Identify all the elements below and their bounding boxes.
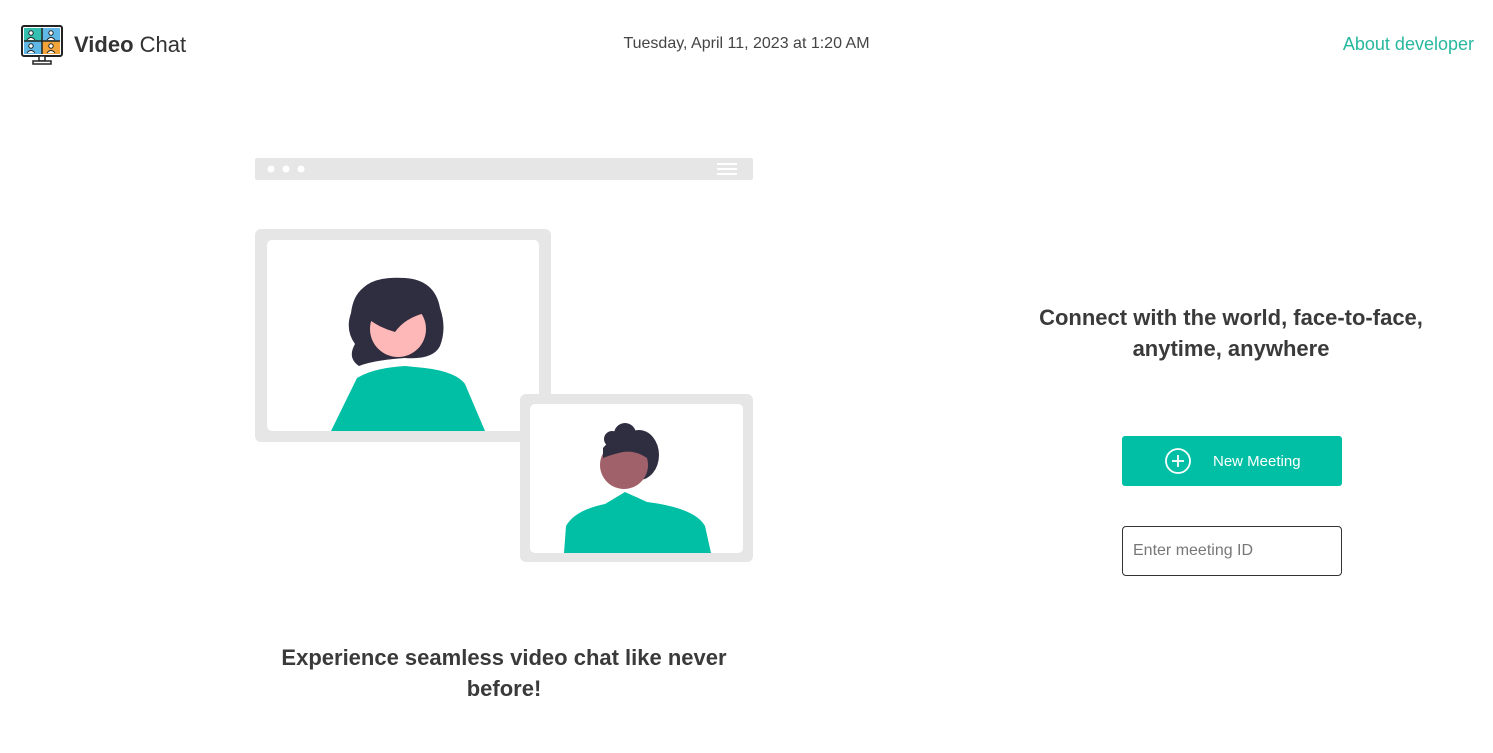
current-datetime: Tuesday, April 11, 2023 at 1:20 AM [623, 35, 870, 52]
video-call-illustration [255, 158, 753, 562]
menu-line [717, 163, 737, 165]
about-developer-link[interactable]: About developer [1343, 34, 1474, 55]
menu-line [717, 173, 737, 175]
browser-bar [255, 158, 753, 180]
page: Video Chat Tuesday, April 11, 2023 at 1:… [0, 0, 1493, 753]
new-meeting-label: New Meeting [1213, 452, 1301, 470]
browser-dot [267, 165, 275, 173]
browser-dot [297, 165, 305, 173]
menu-line [717, 168, 737, 170]
tagline: Connect with the world, face-to-face, an… [1039, 305, 1423, 361]
header: Video Chat Tuesday, April 11, 2023 at 1:… [0, 0, 1493, 90]
hero-caption: Experience seamless video chat like neve… [281, 645, 727, 701]
browser-dot [282, 165, 290, 173]
meeting-id-input[interactable] [1122, 526, 1342, 576]
plus-circle-icon [1165, 448, 1191, 474]
new-meeting-button[interactable]: New Meeting [1122, 436, 1342, 486]
